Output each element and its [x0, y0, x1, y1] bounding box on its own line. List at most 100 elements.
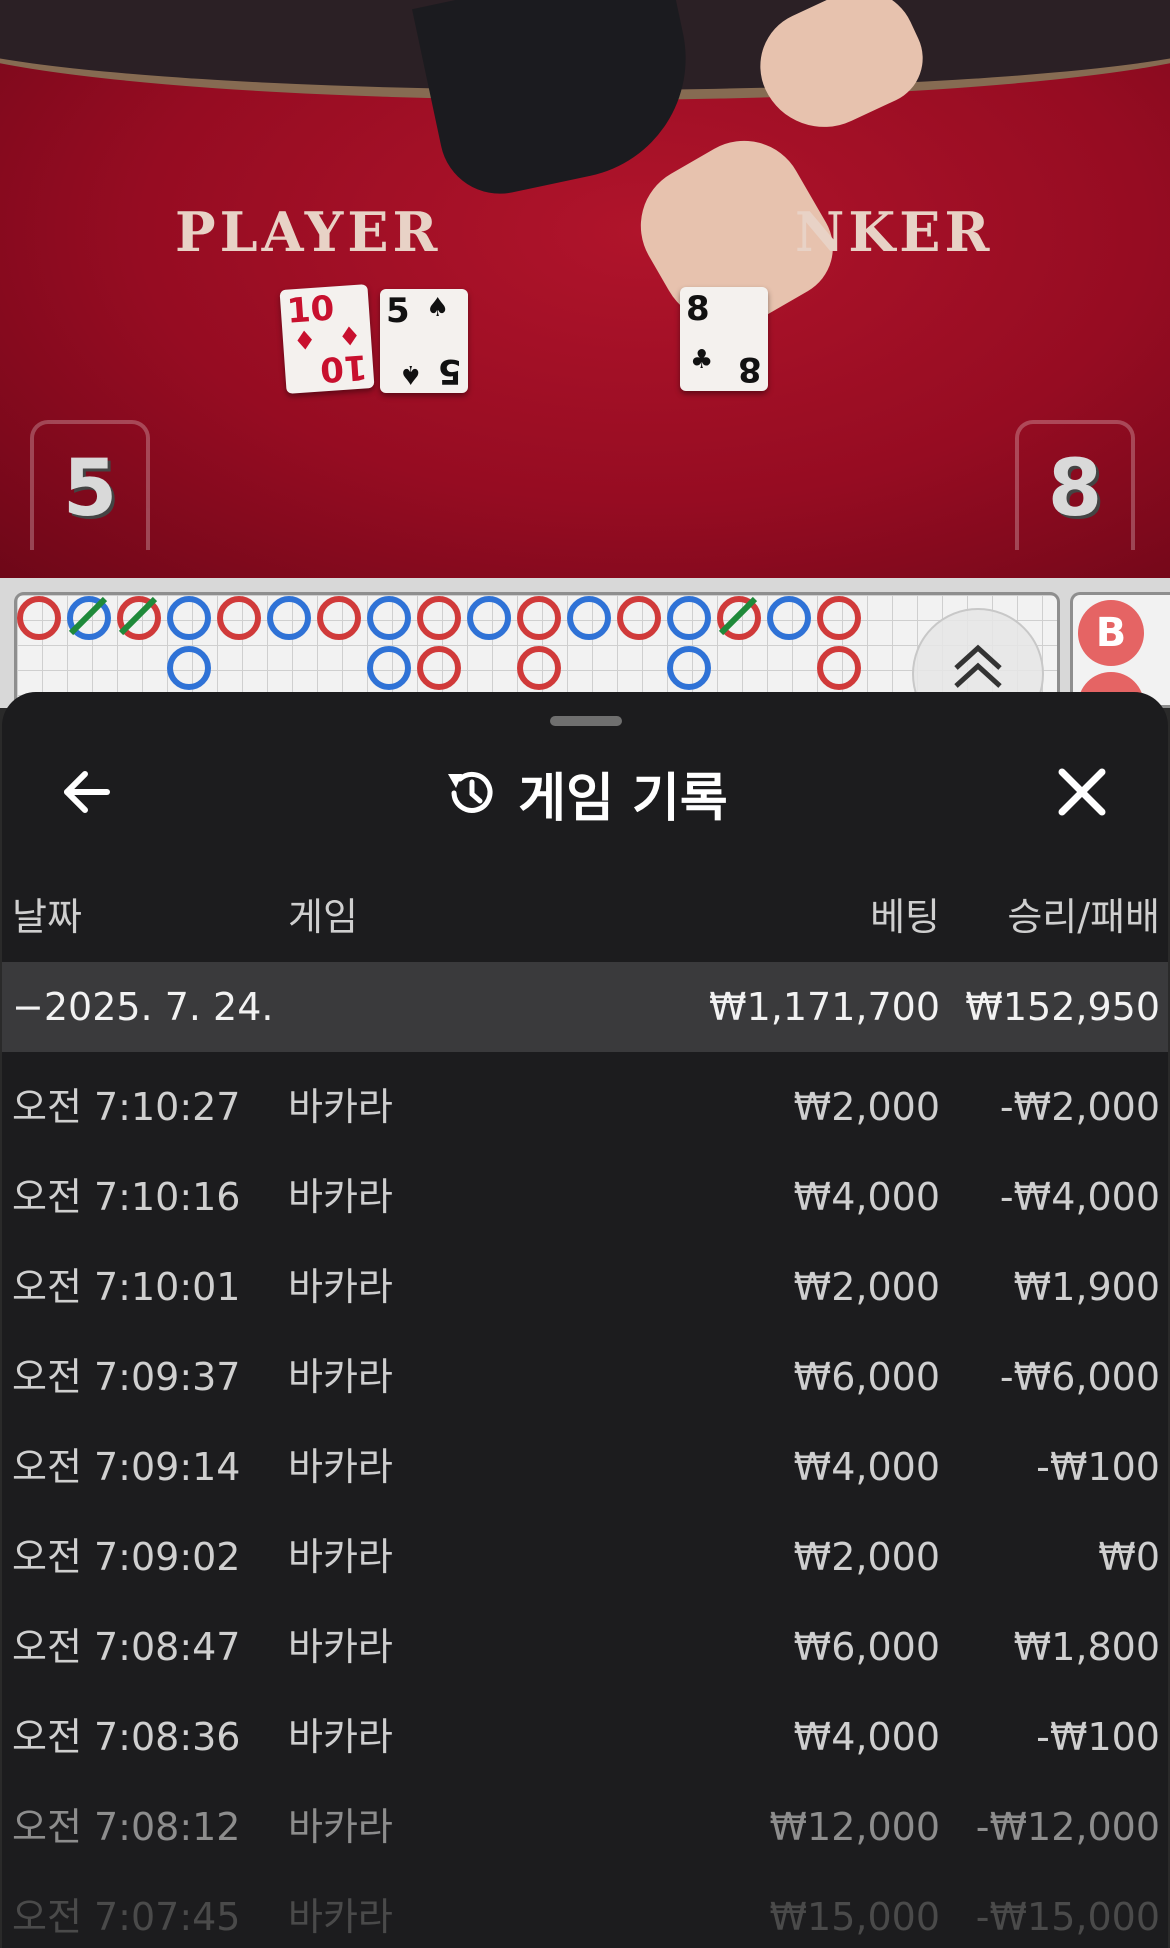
banker-card: 8 ♣ 8 [680, 287, 768, 391]
player-card: 10 ♦ ♦ 10 [279, 284, 375, 394]
sheet-title-text: 게임 기록 [518, 768, 728, 829]
banker-result-marker [817, 596, 861, 640]
row-bet: ₩6,000 [793, 1625, 940, 1669]
player-result-marker [367, 596, 411, 640]
row-game: 바카라 [288, 1265, 393, 1309]
column-header-date[interactable]: 날짜 [12, 872, 82, 962]
player-result-marker [567, 596, 611, 640]
row-time: 오전 7:09:02 [12, 1535, 241, 1579]
column-header-win-loss[interactable]: 승리/패배 [1007, 872, 1160, 962]
day-win-total: ₩152,950 [965, 985, 1160, 1029]
banker-result-marker [417, 646, 461, 690]
player-result-marker [167, 596, 211, 640]
row-bet: ₩4,000 [793, 1445, 940, 1489]
history-icon [448, 771, 493, 813]
player-result-marker [767, 596, 811, 640]
player-card: 5 ♠ ♠ 5 [380, 289, 468, 393]
bead-road-grid [14, 592, 1060, 708]
row-result: -₩15,000 [975, 1895, 1160, 1939]
row-bet: ₩2,000 [793, 1085, 940, 1129]
banker-result-marker [17, 596, 61, 640]
row-result: ₩0 [1098, 1535, 1160, 1579]
card-suit: ♠ [398, 359, 422, 389]
row-result: -₩6,000 [999, 1355, 1160, 1399]
banker-badge: B [1078, 600, 1144, 666]
player-result-marker [667, 646, 711, 690]
day-label: −2025. 7. 24. [12, 985, 274, 1029]
table-row[interactable]: 오전 7:08:36 바카라 ₩4,000 -₩100 [2, 1692, 1168, 1782]
row-bet: ₩2,000 [793, 1265, 940, 1309]
row-game: 바카라 [288, 1625, 393, 1669]
row-result: ₩1,800 [1013, 1625, 1160, 1669]
player-zone-label: PLAYER [175, 200, 442, 264]
card-suit: ♣ [690, 345, 714, 375]
row-game: 바카라 [288, 1805, 393, 1849]
table-row[interactable]: 오전 7:08:12 바카라 ₩12,000 -₩12,000 [2, 1782, 1168, 1872]
banker-result-marker [517, 646, 561, 690]
column-header-bet[interactable]: 베팅 [870, 872, 940, 962]
card-suit: ♦ [336, 318, 362, 351]
banker-result-marker [517, 596, 561, 640]
card-rank: 8 [686, 289, 710, 329]
player-result-marker [667, 596, 711, 640]
table-row[interactable]: 오전 7:08:47 바카라 ₩6,000 ₩1,800 [2, 1602, 1168, 1692]
close-button[interactable] [1042, 752, 1122, 832]
table-row[interactable]: 오전 7:10:16 바카라 ₩4,000 -₩4,000 [2, 1152, 1168, 1242]
row-time: 오전 7:10:16 [12, 1175, 241, 1219]
row-bet: ₩15,000 [769, 1895, 940, 1939]
double-chevron-up-icon [954, 644, 1002, 688]
table-header: 날짜 게임 베팅 승리/패배 [2, 872, 1168, 962]
row-time: 오전 7:08:47 [12, 1625, 241, 1669]
row-time: 오전 7:09:14 [12, 1445, 241, 1489]
dealer-arm [412, 0, 708, 205]
day-summary-row[interactable]: −2025. 7. 24. ₩1,171,700 ₩152,950 [2, 962, 1168, 1052]
row-time: 오전 7:09:37 [12, 1355, 241, 1399]
player-result-marker [267, 596, 311, 640]
banker-result-marker [417, 596, 461, 640]
row-bet: ₩12,000 [769, 1805, 940, 1849]
banker-result-marker [617, 596, 661, 640]
card-suit: ♠ [426, 293, 450, 323]
row-result: -₩2,000 [999, 1085, 1160, 1129]
banker-score: 8 [1015, 420, 1135, 550]
player-result-marker [367, 646, 411, 690]
row-game: 바카라 [288, 1355, 393, 1399]
row-time: 오전 7:08:36 [12, 1715, 241, 1759]
table-row[interactable]: 오전 7:09:14 바카라 ₩4,000 -₩100 [2, 1422, 1168, 1512]
row-game: 바카라 [288, 1895, 393, 1939]
table-row[interactable]: 오전 7:09:37 바카라 ₩6,000 -₩6,000 [2, 1332, 1168, 1422]
close-icon [1058, 768, 1106, 816]
column-header-game[interactable]: 게임 [288, 872, 358, 962]
row-game: 바카라 [288, 1175, 393, 1219]
row-game: 바카라 [288, 1085, 393, 1129]
row-result: -₩100 [1036, 1715, 1160, 1759]
row-bet: ₩4,000 [793, 1715, 940, 1759]
row-game: 바카라 [288, 1715, 393, 1759]
player-result-marker [167, 646, 211, 690]
table-row[interactable]: 오전 7:10:01 바카라 ₩2,000 ₩1,900 [2, 1242, 1168, 1332]
sheet-drag-handle[interactable] [550, 716, 622, 726]
banker-result-marker [317, 596, 361, 640]
row-result: -₩100 [1036, 1445, 1160, 1489]
row-result: -₩12,000 [975, 1805, 1160, 1849]
row-result: ₩1,900 [1013, 1265, 1160, 1309]
card-rank: 10 [318, 346, 369, 390]
table-row[interactable]: 오전 7:07:45 바카라 ₩15,000 -₩15,000 [2, 1872, 1168, 1948]
row-bet: ₩2,000 [793, 1535, 940, 1579]
player-result-marker [467, 596, 511, 640]
row-bet: ₩4,000 [793, 1175, 940, 1219]
card-suit: ♦ [292, 325, 318, 358]
game-history-sheet: 게임 기록 날짜 게임 베팅 승리/패배 −2025. 7. 24. ₩1,17… [2, 692, 1168, 1948]
row-game: 바카라 [288, 1445, 393, 1489]
row-result: -₩4,000 [999, 1175, 1160, 1219]
table-row[interactable]: 오전 7:09:02 바카라 ₩2,000 ₩0 [2, 1512, 1168, 1602]
row-time: 오전 7:10:27 [12, 1085, 241, 1129]
banker-result-marker [817, 646, 861, 690]
banker-result-marker [217, 596, 261, 640]
sheet-title: 게임 기록 [2, 758, 1168, 829]
table-row[interactable]: 오전 7:10:27 바카라 ₩2,000 -₩2,000 [2, 1062, 1168, 1152]
day-bet-total: ₩1,171,700 [709, 985, 940, 1029]
live-dealer-video: PLAYER NKER 10 ♦ ♦ 10 5 ♠ ♠ 5 8 ♣ 8 5 8 [0, 0, 1170, 578]
row-time: 오전 7:08:12 [12, 1805, 241, 1849]
row-time: 오전 7:10:01 [12, 1265, 241, 1309]
